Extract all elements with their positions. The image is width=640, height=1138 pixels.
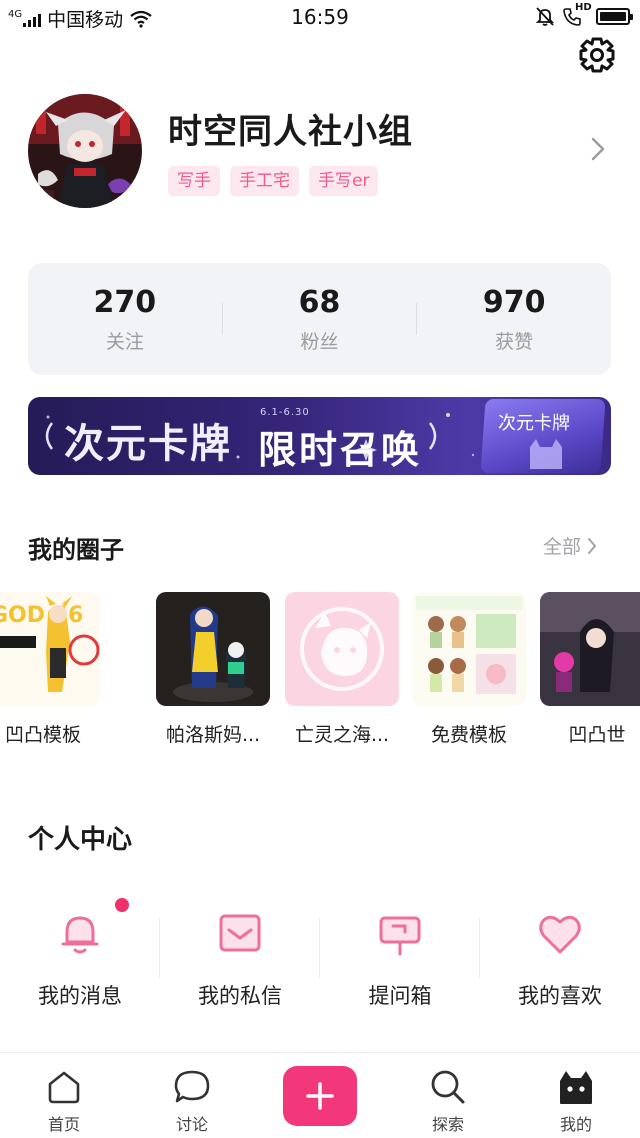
profile-tag[interactable]: 写手: [168, 166, 220, 196]
bottom-nav: 首页 讨论 探索 我的: [0, 1052, 640, 1138]
svg-text:GOD 56: GOD 56: [0, 603, 83, 628]
battery-level: [600, 11, 626, 21]
nav-label: 首页: [47, 1115, 80, 1134]
profile-detail-button[interactable]: [590, 136, 606, 166]
circle-item[interactable]: 免费模板: [412, 592, 526, 747]
nav-explore[interactable]: 探索: [384, 1053, 512, 1135]
see-all-label: 全部: [543, 536, 582, 558]
my-private-messages-button[interactable]: 我的私信: [160, 900, 320, 1010]
stat-value: 270: [93, 284, 157, 320]
circle-thumbnail: GOD 56: [0, 592, 100, 706]
nav-label: 探索: [431, 1115, 464, 1134]
circle-label: 凹凸世: [568, 724, 626, 746]
circles-carousel[interactable]: GOD 56 凹凸模板 帕洛斯妈...: [0, 592, 640, 752]
circle-thumbnail: [412, 592, 526, 706]
profile-name: 时空同人社小组: [168, 112, 413, 152]
hd-label: HD: [575, 2, 592, 13]
create-post-button[interactable]: [283, 1066, 357, 1126]
status-right: HD: [534, 2, 633, 27]
personal-center-title: 个人中心: [28, 825, 133, 855]
heart-icon: [535, 908, 585, 958]
my-messages-button[interactable]: 我的消息: [0, 898, 160, 1010]
nav-label: 讨论: [175, 1115, 208, 1134]
stat-likes[interactable]: 970 获赞: [417, 285, 611, 354]
circle-item[interactable]: 亡灵之海...: [285, 592, 399, 747]
stat-value: 970: [482, 284, 546, 320]
nav-label: 我的: [559, 1115, 592, 1134]
pc-label: 我的私信: [198, 984, 282, 1008]
mute-bell-icon: [535, 7, 555, 26]
profile-tags: 写手 手工宅 手写er: [168, 166, 388, 196]
banner-subtitle: 限时召唤: [258, 428, 423, 472]
nav-discussion[interactable]: 讨论: [128, 1053, 256, 1135]
pc-label: 我的喜欢: [518, 984, 602, 1008]
chat-bubble-icon: [128, 1067, 256, 1107]
nav-home[interactable]: 首页: [0, 1053, 128, 1135]
circle-label: 凹凸模板: [4, 724, 81, 746]
settings-button[interactable]: [576, 34, 618, 76]
home-icon: [0, 1067, 128, 1107]
stats-panel: 270 关注 68 粉丝 970 获赞: [28, 263, 611, 375]
nav-mine[interactable]: 我的: [512, 1053, 640, 1135]
personal-center-row: 我的消息 我的私信 提问箱 我的喜欢: [0, 898, 640, 1020]
envelope-icon: [215, 908, 265, 958]
battery-icon: [596, 7, 633, 25]
avatar[interactable]: [28, 94, 142, 208]
profile-tag[interactable]: 手写er: [309, 166, 379, 196]
gear-icon: [579, 37, 615, 73]
banner-title: 次元卡牌: [64, 420, 232, 467]
stat-followers[interactable]: 68 粉丝: [223, 285, 417, 354]
search-icon: [384, 1067, 512, 1107]
pc-label: 提问箱: [368, 984, 432, 1008]
plus-icon: [306, 1082, 334, 1110]
promo-banner[interactable]: 次元卡牌 6.1-6.30 限时召唤 次元卡牌: [28, 397, 611, 475]
circle-item[interactable]: 凹凸世: [540, 592, 640, 747]
circle-label: 亡灵之海...: [294, 724, 390, 746]
avatar-image: [28, 94, 142, 208]
bell-icon: [55, 898, 129, 958]
stat-label: 关注: [105, 330, 144, 353]
banner-date: 6.1-6.30: [260, 407, 310, 418]
stat-following[interactable]: 270 关注: [28, 285, 222, 354]
pc-label: 我的消息: [38, 984, 122, 1008]
chevron-right-icon: [588, 537, 597, 554]
mailbox-icon: [375, 908, 425, 958]
banner-card-title: 次元卡牌: [498, 413, 570, 434]
unread-dot: [115, 898, 129, 912]
stat-label: 获赞: [495, 330, 534, 353]
circle-thumbnail: [285, 592, 399, 706]
circle-label: 帕洛斯妈...: [165, 724, 261, 746]
my-likes-button[interactable]: 我的喜欢: [480, 900, 640, 1010]
stat-label: 粉丝: [300, 330, 339, 353]
stat-value: 68: [298, 284, 341, 320]
cat-profile-icon: [512, 1067, 640, 1107]
question-box-button[interactable]: 提问箱: [320, 900, 480, 1010]
cat-silhouette-icon: [530, 439, 562, 469]
profile-tag[interactable]: 手工宅: [230, 166, 299, 196]
hd-call-indicator: HD: [562, 2, 592, 27]
circle-thumbnail: [540, 592, 640, 706]
see-all-button[interactable]: 全部: [543, 532, 597, 559]
circle-item[interactable]: 帕洛斯妈...: [156, 592, 270, 747]
circle-thumbnail: [156, 592, 270, 706]
circle-label: 免费模板: [430, 724, 507, 746]
circles-section-title: 我的圈子: [28, 536, 124, 564]
chevron-right-icon: [591, 137, 605, 161]
status-bar: 4G 中国移动 16:59 HD: [0, 0, 640, 34]
circle-item[interactable]: GOD 56 凹凸模板: [0, 592, 100, 747]
